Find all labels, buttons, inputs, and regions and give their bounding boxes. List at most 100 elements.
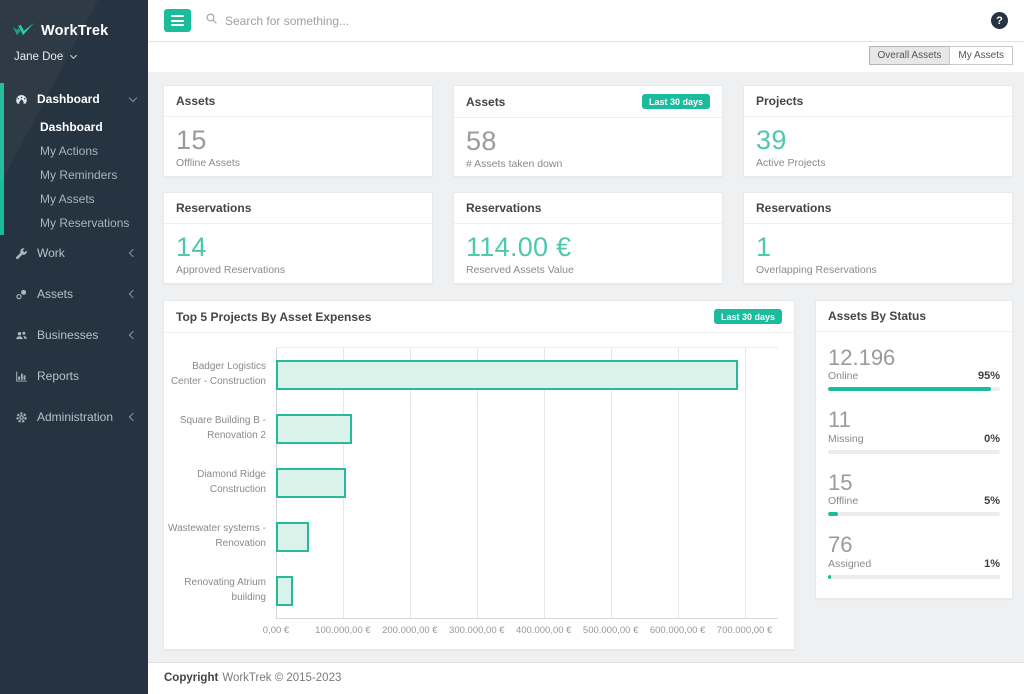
stat-card-title: Assets xyxy=(466,95,505,109)
stat-label: Reserved Assets Value xyxy=(466,264,710,276)
bar-diamond-ridge-construction[interactable] xyxy=(276,468,346,498)
stat-label: Active Projects xyxy=(756,157,1000,169)
status-percent: 95% xyxy=(978,370,1000,382)
chart-body: Badger Logistics Center - ConstructionSq… xyxy=(164,333,794,649)
sidebar-item-label: Dashboard xyxy=(37,92,100,106)
assets-by-status-card: Assets By Status 12.196Online95%11Missin… xyxy=(815,300,1013,599)
stat-card-offline-assets: Assets15Offline Assets xyxy=(163,85,433,177)
wrench-icon xyxy=(14,247,28,260)
bar-wastewater-systems-renovation[interactable] xyxy=(276,522,309,552)
sidebar-item-work[interactable]: Work xyxy=(0,237,148,269)
stat-label: # Assets taken down xyxy=(466,158,710,170)
main-area: ? Overall AssetsMy Assets Assets15Offlin… xyxy=(148,0,1024,694)
status-item-assigned: 76Assigned1% xyxy=(828,525,1000,587)
bar-renovating-atrium-building[interactable] xyxy=(276,576,293,606)
stat-card-body: 14Approved Reservations xyxy=(164,224,432,284)
stat-card-body: 15Offline Assets xyxy=(164,117,432,177)
chevron-down-icon xyxy=(129,93,137,101)
status-list: 12.196Online95%11Missing0%15Offline5%76A… xyxy=(816,332,1012,598)
last-30-days-badge: Last 30 days xyxy=(642,94,710,109)
status-label: Missing xyxy=(828,433,864,445)
copyright-label: Copyright xyxy=(164,672,218,684)
sidebar-item-label: Businesses xyxy=(37,328,98,342)
chevron-left-icon xyxy=(129,413,137,421)
stat-card-reserved-assets-value: Reservations 114.00 €Reserved Assets Valu… xyxy=(453,192,723,284)
assets-scope-toggle: Overall AssetsMy Assets xyxy=(869,46,1014,65)
stat-card-title: Reservations xyxy=(466,201,541,215)
progress-bar-fill xyxy=(828,387,991,391)
sidebar-subitem-dashboard[interactable]: Dashboard xyxy=(4,115,148,139)
question-mark-icon: ? xyxy=(996,15,1003,27)
status-label: Assigned xyxy=(828,558,871,570)
x-axis-tick: 500.000,00 € xyxy=(583,625,638,636)
sidebar-subitem-my-reservations[interactable]: My Reservations xyxy=(4,211,148,235)
stat-card-header: Assets xyxy=(164,86,432,117)
stat-card-header: Projects xyxy=(744,86,1012,117)
user-menu[interactable]: Jane Doe xyxy=(0,47,148,79)
status-card-title: Assets By Status xyxy=(828,309,926,323)
x-axis-tick: 0,00 € xyxy=(263,625,289,636)
stat-cards-grid: Assets15Offline AssetsAssetsLast 30 days… xyxy=(163,85,1013,284)
chart-card-header: Top 5 Projects By Asset Expenses Last 30… xyxy=(164,301,794,333)
chart-x-axis: 0,00 €100.000,00 €200.000,00 €300.000,00… xyxy=(276,619,778,639)
status-value: 11 xyxy=(828,407,1000,433)
toggle-my-assets-button[interactable]: My Assets xyxy=(949,46,1013,65)
footer: CopyrightWorkTrek © 2015-2023 xyxy=(148,662,1024,694)
stat-card-approved-reservations: Reservations 14Approved Reservations xyxy=(163,192,433,284)
stat-label: Offline Assets xyxy=(176,157,420,169)
last-30-days-badge: Last 30 days xyxy=(714,309,782,324)
status-card-header: Assets By Status xyxy=(816,301,1012,332)
coins-icon xyxy=(14,288,28,301)
gauge-icon xyxy=(14,93,28,106)
expenses-chart-card: Top 5 Projects By Asset Expenses Last 30… xyxy=(163,300,795,650)
worktrek-logo-icon xyxy=(12,22,35,40)
progress-bar-track xyxy=(828,575,1000,579)
users-icon xyxy=(14,329,28,342)
chevron-left-icon xyxy=(129,331,137,339)
stat-card-body: 39Active Projects xyxy=(744,117,1012,177)
progress-bar-fill xyxy=(828,575,831,579)
toggle-overall-assets-button[interactable]: Overall Assets xyxy=(869,46,951,65)
search-icon xyxy=(205,12,218,30)
stat-value: 1 xyxy=(756,232,1000,263)
x-axis-tick: 400.000,00 € xyxy=(516,625,571,636)
stat-label: Approved Reservations xyxy=(176,264,420,276)
stat-card-title: Reservations xyxy=(176,201,251,215)
chart-category-label: Wastewater systems - Renovation xyxy=(164,509,276,563)
sidebar-subitem-my-assets[interactable]: My Assets xyxy=(4,187,148,211)
status-item-missing: 11Missing0% xyxy=(828,400,1000,462)
bar-chart-icon xyxy=(14,370,28,383)
stat-card-body: 114.00 €Reserved Assets Value xyxy=(454,224,722,284)
bar-square-building-b-renovation-2[interactable] xyxy=(276,414,352,444)
app-title: WorkTrek xyxy=(41,23,108,39)
toolbar-strip: Overall AssetsMy Assets xyxy=(148,42,1024,72)
sidebar-item-assets[interactable]: Assets xyxy=(0,278,148,310)
sidebar-item-businesses[interactable]: Businesses xyxy=(0,319,148,351)
help-button[interactable]: ? xyxy=(991,12,1008,29)
chart-category-labels: Badger Logistics Center - ConstructionSq… xyxy=(164,347,276,619)
stat-card-assets-taken-down: Assets Last 30 days 58# Assets taken down xyxy=(453,85,723,177)
stat-label: Overlapping Reservations xyxy=(756,264,1000,276)
progress-bar-track xyxy=(828,387,1000,391)
sidebar-subitem-my-reminders[interactable]: My Reminders xyxy=(4,163,148,187)
chart-category-label: Badger Logistics Center - Construction xyxy=(164,347,276,401)
sidebar-item-label: Assets xyxy=(37,287,73,301)
sidebar-toggle-button[interactable] xyxy=(164,9,191,32)
sidebar-subitem-my-actions[interactable]: My Actions xyxy=(4,139,148,163)
sidebar-item-dashboard[interactable]: Dashboard xyxy=(4,83,148,115)
status-label: Online xyxy=(828,370,858,382)
search-input[interactable] xyxy=(225,14,485,28)
sidebar-item-administration[interactable]: Administration xyxy=(0,401,148,433)
searchbox xyxy=(205,12,977,30)
x-axis-tick: 700.000,00 € xyxy=(717,625,772,636)
stat-value: 15 xyxy=(176,125,420,156)
bar-badger-logistics-center-construction[interactable] xyxy=(276,360,738,390)
stat-value: 14 xyxy=(176,232,420,263)
x-axis-tick: 600.000,00 € xyxy=(650,625,705,636)
sidebar-item-reports[interactable]: Reports xyxy=(0,360,148,392)
worktrek-app: WorkTrek Jane Doe DashboardDashboardMy A… xyxy=(0,0,1024,694)
x-axis-tick: 300.000,00 € xyxy=(449,625,504,636)
topbar: ? xyxy=(148,0,1024,42)
sidebar-menu: DashboardDashboardMy ActionsMy Reminders… xyxy=(0,79,148,433)
stat-value: 58 xyxy=(466,126,710,157)
